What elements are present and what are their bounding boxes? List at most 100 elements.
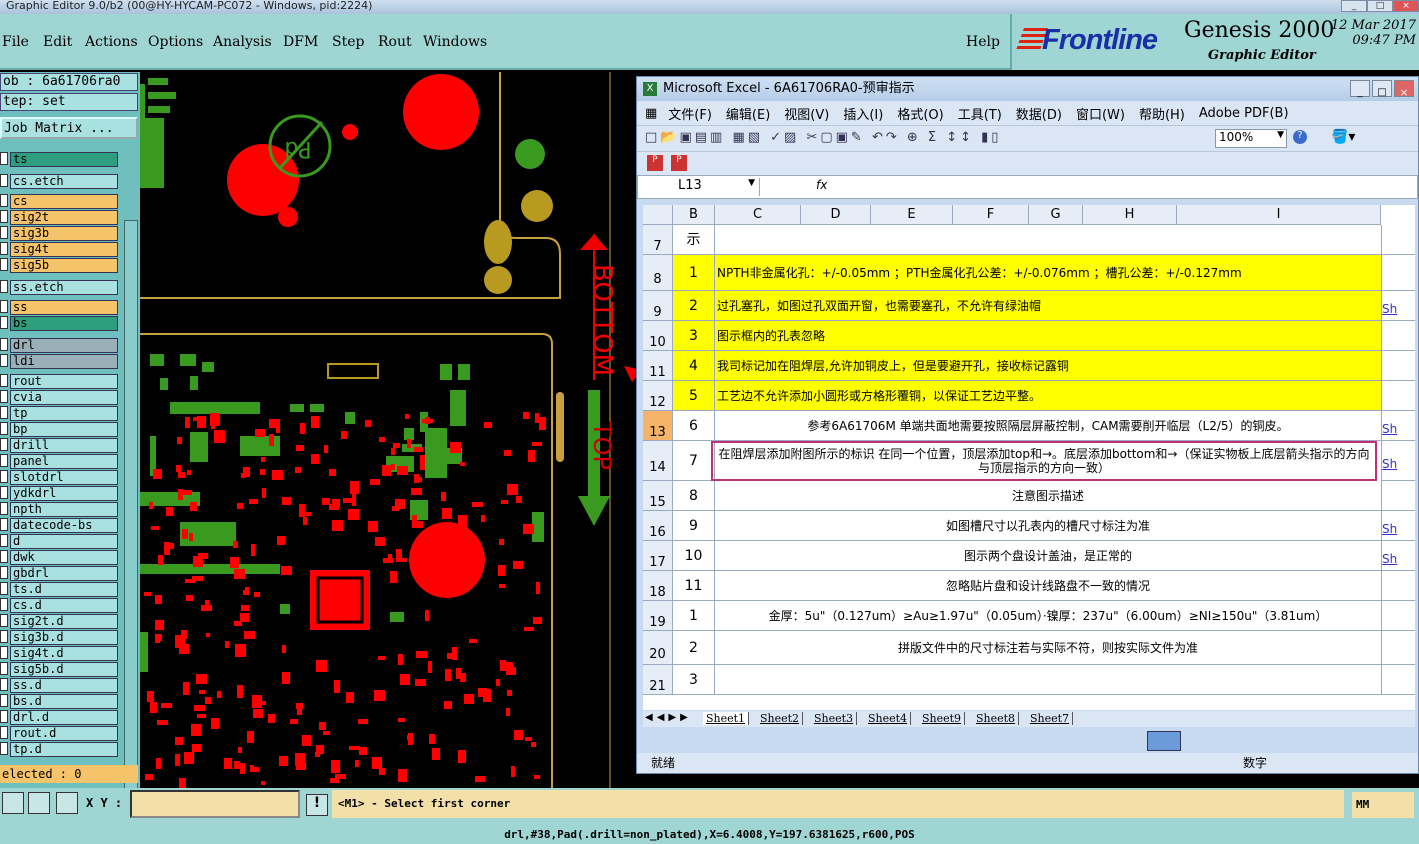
excel-menu-item[interactable]: 文件(F) <box>661 104 719 123</box>
note-cell[interactable]: 图示框内的孔表忽略 <box>715 321 1381 351</box>
row-header[interactable]: 10 <box>643 321 673 351</box>
layer-row[interactable]: tp <box>0 406 118 421</box>
units-indicator[interactable]: MM <box>1352 792 1414 818</box>
layer-row[interactable]: sig2t.d <box>0 614 118 629</box>
sheet-link-cell[interactable] <box>1381 321 1415 351</box>
row-header[interactable]: 21 <box>643 665 673 695</box>
sheet-link-cell[interactable] <box>1381 381 1415 411</box>
layer-scrollbar[interactable] <box>124 220 138 832</box>
minimize-button[interactable]: _ <box>1341 0 1367 12</box>
layer-checkbox[interactable] <box>0 152 8 165</box>
menu-analysis[interactable]: Analysis <box>213 34 272 50</box>
note-cell[interactable]: NPTH非金属化孔：+/-0.05mm ；PTH金属化孔公差：+/-0.076m… <box>715 255 1381 291</box>
layer-checkbox[interactable] <box>0 174 8 187</box>
item-number-cell[interactable]: 5 <box>673 381 715 411</box>
sheet-link-cell[interactable] <box>1381 351 1415 381</box>
sheet-link-cell[interactable]: Sh <box>1381 411 1415 441</box>
pcb-graphics[interactable]: Pd <box>140 72 614 788</box>
graphic-canvas[interactable]: Pd <box>140 72 614 788</box>
layer-checkbox[interactable] <box>0 374 8 387</box>
note-cell[interactable]: 忽略贴片盘和设计线路盘不一致的情况 <box>715 571 1381 601</box>
layer-checkbox[interactable] <box>0 678 8 691</box>
column-header[interactable]: H <box>1083 205 1177 225</box>
layer-row[interactable]: datecode-bs <box>0 518 118 533</box>
row-header[interactable]: 13 <box>643 411 673 441</box>
sheet-link-cell[interactable] <box>1381 481 1415 511</box>
layer-row[interactable]: bs.d <box>0 694 118 709</box>
layer-row[interactable]: cs <box>0 194 118 209</box>
sheet-link-cell[interactable] <box>1381 631 1415 665</box>
layer-row[interactable]: cvia <box>0 390 118 405</box>
layer-row[interactable]: sig3b <box>0 226 118 241</box>
layer-row[interactable]: d <box>0 534 118 549</box>
row-header[interactable]: 12 <box>643 381 673 411</box>
excel-close-button[interactable]: × <box>1394 80 1414 99</box>
note-cell[interactable]: 过孔塞孔，如图过孔双面开窗，也需要塞孔，不允许有绿油帽 <box>715 291 1381 321</box>
sheet-tab[interactable]: Sheet9 <box>919 712 966 725</box>
item-number-cell[interactable]: 2 <box>673 631 715 665</box>
excel-menu-item[interactable]: 编辑(E) <box>719 104 777 123</box>
item-number-cell[interactable]: 10 <box>673 541 715 571</box>
layer-checkbox[interactable] <box>0 534 8 547</box>
item-number-cell[interactable]: 8 <box>673 481 715 511</box>
layer-row[interactable]: dwk <box>0 550 118 565</box>
layer-row[interactable]: ss.d <box>0 678 118 693</box>
layer-checkbox[interactable] <box>0 390 8 403</box>
job-matrix-button[interactable]: Job Matrix ... <box>0 117 138 139</box>
excel-menu-item[interactable]: 工具(T) <box>951 104 1009 123</box>
sheet-link-cell[interactable]: Sh <box>1381 541 1415 571</box>
sheet-link-cell[interactable]: Sh <box>1381 441 1415 481</box>
column-header[interactable]: F <box>953 205 1029 225</box>
layer-row[interactable]: tp.d <box>0 742 118 757</box>
sheet-tab[interactable]: Sheet7 <box>1027 712 1074 725</box>
excel-menu-item[interactable]: 视图(V) <box>777 104 836 123</box>
column-header[interactable]: C <box>715 205 801 225</box>
sheet-link-cell[interactable] <box>1381 665 1415 695</box>
note-cell[interactable]: 注意图示描述 <box>715 481 1381 511</box>
layer-checkbox[interactable] <box>0 242 8 255</box>
menu-options[interactable]: Options <box>148 34 203 50</box>
excel-window[interactable]: X Microsoft Excel - 6A61706RA0-预审指示 _ □ … <box>636 76 1419 774</box>
row-header[interactable]: 17 <box>643 541 673 571</box>
spreadsheet-grid[interactable]: B C D E F G H I 7 示 8 1 NPTH非金属化孔：+/-0.05mm ；PTH金属化孔… <box>643 205 1415 710</box>
sheet-link-cell[interactable] <box>1381 571 1415 601</box>
maximize-button[interactable]: □ <box>1367 0 1393 12</box>
layer-row[interactable]: sig4t <box>0 242 118 257</box>
layer-row[interactable]: drl <box>0 338 118 353</box>
row-header[interactable]: 15 <box>643 481 673 511</box>
column-header[interactable]: D <box>801 205 871 225</box>
row-header[interactable]: 9 <box>643 291 673 321</box>
layer-row[interactable]: ts.d <box>0 582 118 597</box>
layer-checkbox[interactable] <box>0 258 8 271</box>
item-number-cell[interactable]: 3 <box>673 321 715 351</box>
pdf-icon[interactable]: P <box>647 155 663 171</box>
layer-checkbox[interactable] <box>0 646 8 659</box>
item-number-cell[interactable]: 4 <box>673 351 715 381</box>
excel-menu-item[interactable]: 格式(O) <box>890 104 950 123</box>
layer-row[interactable]: drill <box>0 438 118 453</box>
menu-step[interactable]: Step <box>332 34 364 50</box>
sheet-nav-icons[interactable]: ◀◀▶▶ <box>645 712 692 723</box>
sheet-tab[interactable]: Sheet2 <box>757 712 804 725</box>
layer-row[interactable]: ss.etch <box>0 280 118 295</box>
layer-checkbox[interactable] <box>0 470 8 483</box>
layer-row[interactable]: sig4t.d <box>0 646 118 661</box>
note-cell[interactable]: 在阻焊层添加附图所示的标识 在同一个位置，顶层添加top和→。底层添加botto… <box>711 441 1377 481</box>
item-number-cell[interactable]: 7 <box>673 441 715 481</box>
layer-checkbox[interactable] <box>0 566 8 579</box>
layer-checkbox[interactable] <box>0 406 8 419</box>
note-cell[interactable] <box>715 225 1381 255</box>
sheet-tab[interactable]: Sheet1 <box>703 712 750 725</box>
layer-checkbox[interactable] <box>0 742 8 755</box>
layer-checkbox[interactable] <box>0 210 8 223</box>
menu-windows[interactable]: Windows <box>423 34 487 50</box>
close-button[interactable]: × <box>1393 0 1419 12</box>
menu-actions[interactable]: Actions <box>85 34 138 50</box>
sheet-tab[interactable]: Sheet3 <box>811 712 858 725</box>
layer-checkbox[interactable] <box>0 438 8 451</box>
column-header[interactable]: G <box>1029 205 1083 225</box>
alert-icon[interactable]: ! <box>306 794 328 816</box>
layer-checkbox[interactable] <box>0 518 8 531</box>
row-header[interactable]: 8 <box>643 255 673 291</box>
xy-input[interactable] <box>130 790 300 818</box>
